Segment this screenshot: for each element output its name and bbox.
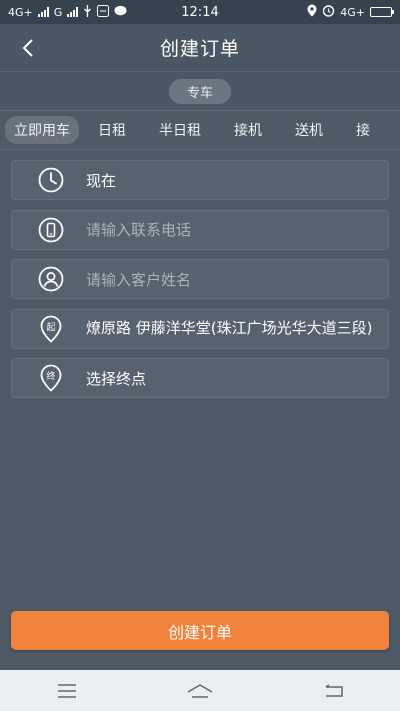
end-location-field[interactable]: 终 选择终点 [11, 358, 389, 398]
alarm-icon [322, 4, 335, 20]
start-address: 燎原路 伊藤洋华堂(珠江广场光华大道三段) [86, 319, 373, 337]
home-button[interactable] [180, 676, 220, 706]
menu-button[interactable] [47, 676, 87, 706]
home-icon [187, 683, 213, 698]
signal-icon [67, 7, 79, 17]
chat-notification-icon [114, 5, 127, 20]
battery-icon [370, 7, 394, 17]
end-badge-text: 终 [46, 370, 55, 382]
chevron-left-icon [22, 39, 33, 57]
create-order-button[interactable]: 创建订单 [11, 611, 389, 650]
signal-icon [37, 7, 49, 17]
user-icon [36, 264, 66, 294]
page-title: 创建订单 [159, 38, 240, 60]
tab-airport-pickup[interactable]: 接机 [220, 116, 276, 144]
phone-input[interactable]: 请输入联系电话 [86, 219, 191, 240]
network-type-1: 4G+ [8, 5, 33, 19]
end-pin-icon: 终 [36, 363, 66, 393]
clock-icon [36, 165, 66, 195]
customer-name-field[interactable]: 请输入客户姓名 [11, 259, 389, 299]
start-location-field[interactable]: 起 燎原路 伊藤洋华堂(珠江广场光华大道三段) [11, 308, 389, 349]
phone-icon [36, 215, 66, 245]
customer-name-input[interactable]: 请输入客户姓名 [86, 269, 191, 290]
tab-immediate[interactable]: 立即用车 [5, 116, 79, 144]
tab-airport-dropoff[interactable]: 送机 [281, 116, 337, 144]
end-location-input[interactable]: 选择终点 [86, 368, 146, 389]
status-bar: 4G+ G 12:14 4G+ [0, 0, 400, 24]
network-type-3: 4G+ [340, 5, 365, 19]
start-badge-text: 起 [46, 322, 55, 333]
tab-pickup-partial[interactable]: 接 [342, 116, 384, 144]
back-arrow-icon [325, 683, 344, 697]
service-type-badge[interactable]: 专车 [168, 78, 231, 104]
start-pin-icon: 起 [36, 314, 66, 344]
app-header: 创建订单 [0, 24, 400, 72]
service-type-row: 专车 [0, 72, 400, 110]
network-type-2: G [53, 5, 63, 19]
usb-icon [83, 4, 92, 20]
system-nav-bar [0, 670, 400, 711]
menu-icon [57, 683, 76, 698]
app-notification-icon [97, 4, 110, 20]
time-value: 现在 [86, 171, 117, 190]
phone-field[interactable]: 请输入联系电话 [11, 209, 389, 250]
order-type-tabs: 立即用车 日租 半日租 接机 送机 接 [0, 110, 400, 150]
back-button[interactable] [14, 34, 42, 62]
order-form: 现在 请输入联系电话 请输入客户姓名 起 燎原路 伊藤洋华堂(珠江广场光华大道三… [11, 160, 389, 408]
tab-half-day-rent[interactable]: 半日租 [145, 116, 215, 144]
status-right: 4G+ [307, 4, 394, 20]
location-icon [307, 4, 317, 20]
tab-daily-rent[interactable]: 日租 [84, 116, 140, 144]
time-field[interactable]: 现在 [11, 160, 389, 200]
back-nav-button[interactable] [313, 676, 353, 706]
status-left: 4G+ G [8, 4, 127, 20]
